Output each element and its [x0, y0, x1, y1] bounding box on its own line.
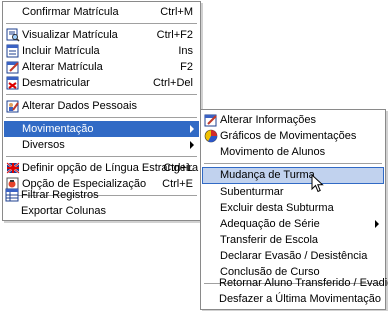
menu-separator: [6, 117, 197, 118]
menu-item-label: Retornar Aluno Transferido / Evadido: [219, 277, 388, 289]
submenu-item-transferir-escola[interactable]: Transferir de Escola: [202, 232, 384, 248]
menu-item-label: Alterar Informações: [220, 114, 316, 126]
menu-item-movimentacao[interactable]: Movimentação: [4, 121, 199, 137]
menu-item-label: Movimentação: [22, 123, 94, 135]
menu-item-alterar-matricula[interactable]: Alterar Matrícula F2: [4, 59, 199, 75]
shortcut-label: Ins: [178, 45, 193, 57]
menu-item-visualizar-matricula[interactable]: Visualizar Matrícula Ctrl+F2: [4, 27, 199, 43]
menu-item-label: Confirmar Matrícula: [22, 6, 119, 18]
menu-item-diversos[interactable]: Diversos: [4, 137, 199, 153]
menu-item-label: Alterar Matrícula: [22, 61, 103, 73]
menu-item-label: Adequação de Série: [220, 218, 320, 230]
menu-item-label: Mudança de Turma: [220, 169, 315, 181]
menu-item-exportar-colunas[interactable]: Exportar Colunas: [3, 203, 200, 219]
menu-item-label: Filtrar Registros: [21, 189, 99, 201]
remove-record-icon: [6, 76, 20, 90]
edit-info-icon: [204, 113, 218, 127]
shortcut-label: Ctrl+M: [160, 6, 193, 18]
edit-person-icon: [6, 99, 20, 113]
submenu-item-alterar-informacoes[interactable]: Alterar Informações: [202, 112, 384, 128]
menu-item-label: Movimento de Alunos: [220, 146, 326, 158]
menu-item-label: Declarar Evasão / Desistência: [220, 250, 368, 262]
shortcut-label: F2: [180, 61, 193, 73]
menu-item-label: Gráficos de Movimentações: [220, 130, 357, 142]
shortcut-label: Ctrl+Del: [152, 77, 193, 89]
menu-item-label: Exportar Colunas: [21, 205, 106, 217]
menu-item-label: Incluir Matrícula: [22, 45, 100, 57]
submenu-item-declarar-evasao[interactable]: Declarar Evasão / Desistência: [202, 248, 384, 264]
menu-item-desmatricular[interactable]: Desmatricular Ctrl+Del: [4, 75, 199, 91]
shortcut-label: Ctrl+L: [163, 162, 193, 174]
menu-separator: [6, 94, 197, 95]
submenu-arrow-icon: [375, 220, 379, 228]
menu-item-label: Transferir de Escola: [220, 234, 319, 246]
submenu-arrow-icon: [190, 125, 194, 133]
view-record-icon: [6, 28, 20, 42]
submenu-arrow-icon: [190, 141, 194, 149]
menu-item-label: Alterar Dados Pessoais: [22, 100, 137, 112]
filter-icon: [5, 188, 19, 202]
menu-item-filtrar-registros[interactable]: Filtrar Registros: [3, 187, 200, 203]
edit-record-icon: [6, 60, 20, 74]
submenu-item-adequacao-serie[interactable]: Adequação de Série: [202, 216, 384, 232]
add-record-icon: [6, 44, 20, 58]
menu-item-confirmar-matricula[interactable]: Confirmar Matrícula Ctrl+M: [4, 4, 199, 20]
submenu-item-graficos[interactable]: Gráficos de Movimentações: [202, 128, 384, 144]
menu-item-incluir-matricula[interactable]: Incluir Matrícula Ins: [4, 43, 199, 59]
menu-separator: [6, 23, 197, 24]
menu-item-lingua-estrangeira[interactable]: Definir opção de Língua Estrangeira Ctrl…: [4, 160, 199, 176]
submenu-item-subenturmar[interactable]: Subenturmar: [202, 184, 384, 200]
menu-item-label: Diversos: [22, 139, 65, 151]
menu-item-label: Desfazer a Última Movimentação: [219, 293, 382, 305]
menu-item-label: Excluir desta Subturma: [220, 202, 334, 214]
menu-item-label: Subenturmar: [220, 186, 284, 198]
submenu-item-movimento-alunos[interactable]: Movimento de Alunos: [202, 144, 384, 160]
menu-separator: [6, 156, 197, 157]
submenu-item-excluir-subturma[interactable]: Excluir desta Subturma: [202, 200, 384, 216]
submenu-item-retornar-aluno[interactable]: Retornar Aluno Transferido / Evadido: [201, 275, 388, 291]
flag-icon: [6, 161, 20, 175]
pie-chart-icon: [204, 129, 218, 143]
submenu-item-desfazer-movimentacao[interactable]: Desfazer a Última Movimentação: [201, 291, 385, 307]
menu-item-alterar-dados-pessoais[interactable]: Alterar Dados Pessoais: [4, 98, 199, 114]
shortcut-label: Ctrl+F2: [156, 29, 193, 41]
menu-separator: [204, 163, 382, 164]
menu-item-label: Desmatricular: [22, 77, 90, 89]
submenu-item-mudanca-turma[interactable]: Mudança de Turma: [202, 167, 384, 184]
mouse-cursor-icon: [311, 173, 325, 194]
menu-item-label: Visualizar Matrícula: [22, 29, 118, 41]
